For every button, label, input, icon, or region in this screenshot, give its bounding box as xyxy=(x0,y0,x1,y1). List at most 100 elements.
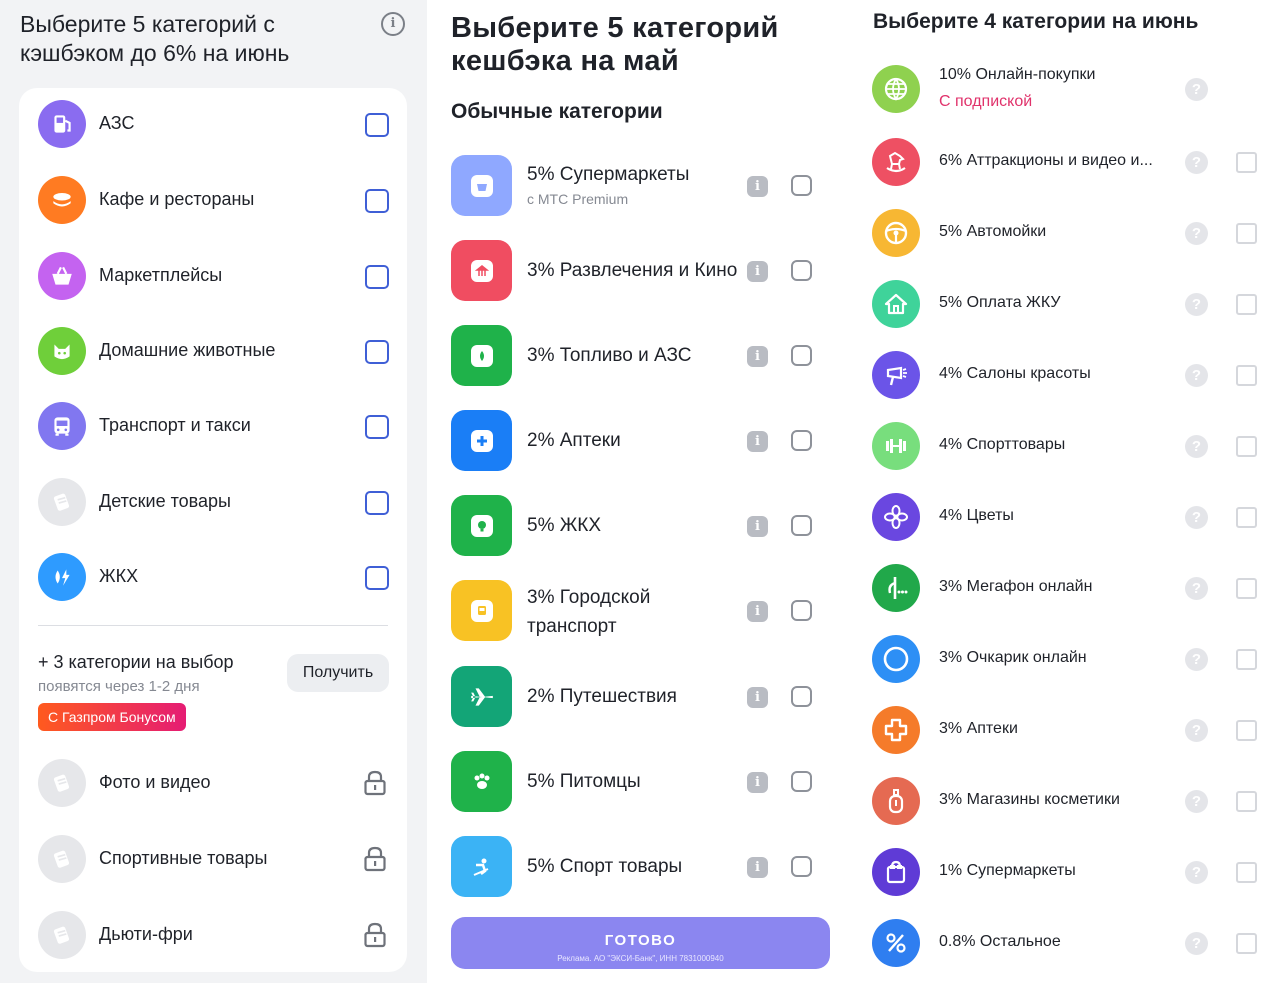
category-item-megafon[interactable]: 3% Мегафон онлайн ? xyxy=(850,563,1280,615)
category-checkbox[interactable] xyxy=(791,771,812,792)
info-icon[interactable]: i xyxy=(747,176,768,197)
help-icon[interactable]: ? xyxy=(1185,861,1208,884)
done-button[interactable]: ГОТОВО Реклама. АО "ЭКСИ-Банк", ИНН 7831… xyxy=(451,917,830,969)
category-item-sport-goods[interactable]: 5% Спорт товары i xyxy=(427,836,850,900)
help-icon[interactable]: ? xyxy=(1185,364,1208,387)
category-checkbox[interactable] xyxy=(791,430,812,451)
category-item-online-shopping[interactable]: 10% Онлайн-покупки С подпиской ? xyxy=(850,64,1280,116)
category-checkbox[interactable] xyxy=(365,340,389,364)
category-item-azs[interactable]: АЗС xyxy=(19,94,407,154)
category-item-kids[interactable]: Детские товары xyxy=(19,472,407,532)
info-icon[interactable]: i xyxy=(747,516,768,537)
info-icon[interactable]: i xyxy=(381,12,405,36)
info-icon[interactable]: i xyxy=(747,431,768,452)
category-checkbox[interactable] xyxy=(365,265,389,289)
category-checkbox[interactable] xyxy=(791,260,812,281)
category-item-ochkarik[interactable]: 3% Очкарик онлайн ? xyxy=(850,634,1280,686)
category-item-supermarkets[interactable]: 1% Супермаркеты ? xyxy=(850,847,1280,899)
category-item-city-transport[interactable]: 3% Городской транспорт i xyxy=(427,580,850,644)
category-checkbox[interactable] xyxy=(1236,933,1257,954)
category-item-pets[interactable]: Домашние животные xyxy=(19,321,407,381)
category-checkbox[interactable] xyxy=(365,566,389,590)
section-title: Обычные категории xyxy=(451,100,663,123)
get-button[interactable]: Получить xyxy=(287,654,389,692)
category-checkbox[interactable] xyxy=(791,175,812,196)
category-checkbox[interactable] xyxy=(365,113,389,137)
info-icon[interactable]: i xyxy=(747,772,768,793)
category-checkbox[interactable] xyxy=(1236,152,1257,173)
category-item-supermarkets[interactable]: 5% Супермаркеты с МТС Premium i xyxy=(427,155,850,219)
category-item-car-wash[interactable]: 5% Автомойки ? xyxy=(850,208,1280,260)
category-checkbox[interactable] xyxy=(1236,223,1257,244)
category-checkbox[interactable] xyxy=(1236,294,1257,315)
help-icon[interactable]: ? xyxy=(1185,435,1208,458)
category-item-duty-free: Дьюти-фри xyxy=(19,905,407,965)
category-item-transport[interactable]: Транспорт и такси xyxy=(19,396,407,456)
category-checkbox[interactable] xyxy=(791,600,812,621)
category-item-sport-goods[interactable]: 4% Спорттовары ? xyxy=(850,421,1280,473)
category-checkbox[interactable] xyxy=(365,189,389,213)
info-icon[interactable]: i xyxy=(747,857,768,878)
help-icon[interactable]: ? xyxy=(1185,719,1208,742)
category-item-travel[interactable]: 2% Путешествия i xyxy=(427,666,850,730)
category-checkbox[interactable] xyxy=(1236,791,1257,812)
help-icon[interactable]: ? xyxy=(1185,577,1208,600)
help-icon[interactable]: ? xyxy=(1185,506,1208,529)
lightbulb-icon xyxy=(451,495,512,556)
category-item-pharmacy[interactable]: 2% Аптеки i xyxy=(427,410,850,474)
category-item-pharmacy[interactable]: 3% Аптеки ? xyxy=(850,705,1280,757)
help-icon[interactable]: ? xyxy=(1185,151,1208,174)
category-item-beauty-salons[interactable]: 4% Салоны красоты ? xyxy=(850,350,1280,402)
category-label: 3% Очкарик онлайн xyxy=(939,649,1087,666)
category-checkbox[interactable] xyxy=(791,345,812,366)
category-item-marketplaces[interactable]: Маркетплейсы xyxy=(19,246,407,306)
skier-icon xyxy=(451,836,512,897)
category-label: 10% Онлайн-покупки xyxy=(939,66,1096,83)
category-label: 3% Городской транспорт xyxy=(527,587,651,637)
info-icon[interactable]: i xyxy=(747,601,768,622)
pharmacy-cross-icon xyxy=(872,706,920,754)
help-icon[interactable]: ? xyxy=(1185,293,1208,316)
category-item-pets[interactable]: 5% Питомцы i xyxy=(427,751,850,815)
category-checkbox[interactable] xyxy=(1236,507,1257,528)
info-icon[interactable]: i xyxy=(747,346,768,367)
category-checkbox[interactable] xyxy=(1236,649,1257,670)
category-checkbox[interactable] xyxy=(365,415,389,439)
category-checkbox[interactable] xyxy=(1236,720,1257,741)
gas-station-icon xyxy=(38,100,86,148)
ad-disclaimer: Реклама. АО "ЭКСИ-Банк", ИНН 7831000940 xyxy=(557,954,724,963)
category-item-housing-payment[interactable]: 5% Оплата ЖКУ ? xyxy=(850,279,1280,331)
category-item-cafe[interactable]: Кафе и рестораны xyxy=(19,170,407,230)
help-icon[interactable]: ? xyxy=(1185,78,1208,101)
category-checkbox[interactable] xyxy=(791,856,812,877)
category-item-fuel[interactable]: 3% Топливо и АЗС i xyxy=(427,325,850,389)
help-icon[interactable]: ? xyxy=(1185,648,1208,671)
category-checkbox[interactable] xyxy=(791,686,812,707)
category-checkbox[interactable] xyxy=(365,491,389,515)
category-checkbox[interactable] xyxy=(1236,436,1257,457)
utilities-icon xyxy=(38,553,86,601)
help-icon[interactable]: ? xyxy=(1185,932,1208,955)
category-checkbox[interactable] xyxy=(1236,862,1257,883)
category-checkbox[interactable] xyxy=(1236,365,1257,386)
category-label: 5% Спорт товары xyxy=(527,856,683,877)
shopping-basket-icon xyxy=(38,252,86,300)
category-item-photo-video: Фото и видео xyxy=(19,753,407,813)
placeholder-icon xyxy=(38,759,86,807)
panel-cashback-june: Выберите 5 категорий с кэшбэком до 6% на… xyxy=(0,0,427,983)
help-icon[interactable]: ? xyxy=(1185,790,1208,813)
category-item-cosmetics[interactable]: 3% Магазины косметики ? xyxy=(850,776,1280,828)
category-checkbox[interactable] xyxy=(1236,578,1257,599)
category-item-other[interactable]: 0.8% Остальное ? xyxy=(850,918,1280,970)
category-label: Дьюти-фри xyxy=(99,924,193,944)
category-item-utilities[interactable]: ЖКХ xyxy=(19,547,407,607)
category-item-entertainment[interactable]: 3% Развлечения и Кино i xyxy=(427,240,850,304)
category-label: 4% Спорттовары xyxy=(939,436,1066,453)
info-icon[interactable]: i xyxy=(747,687,768,708)
category-item-utilities[interactable]: 5% ЖКХ i xyxy=(427,495,850,559)
info-icon[interactable]: i xyxy=(747,261,768,282)
help-icon[interactable]: ? xyxy=(1185,222,1208,245)
category-item-attractions[interactable]: 6% Аттракционы и видео и... ? xyxy=(850,137,1280,189)
category-checkbox[interactable] xyxy=(791,515,812,536)
category-item-flowers[interactable]: 4% Цветы ? xyxy=(850,492,1280,544)
